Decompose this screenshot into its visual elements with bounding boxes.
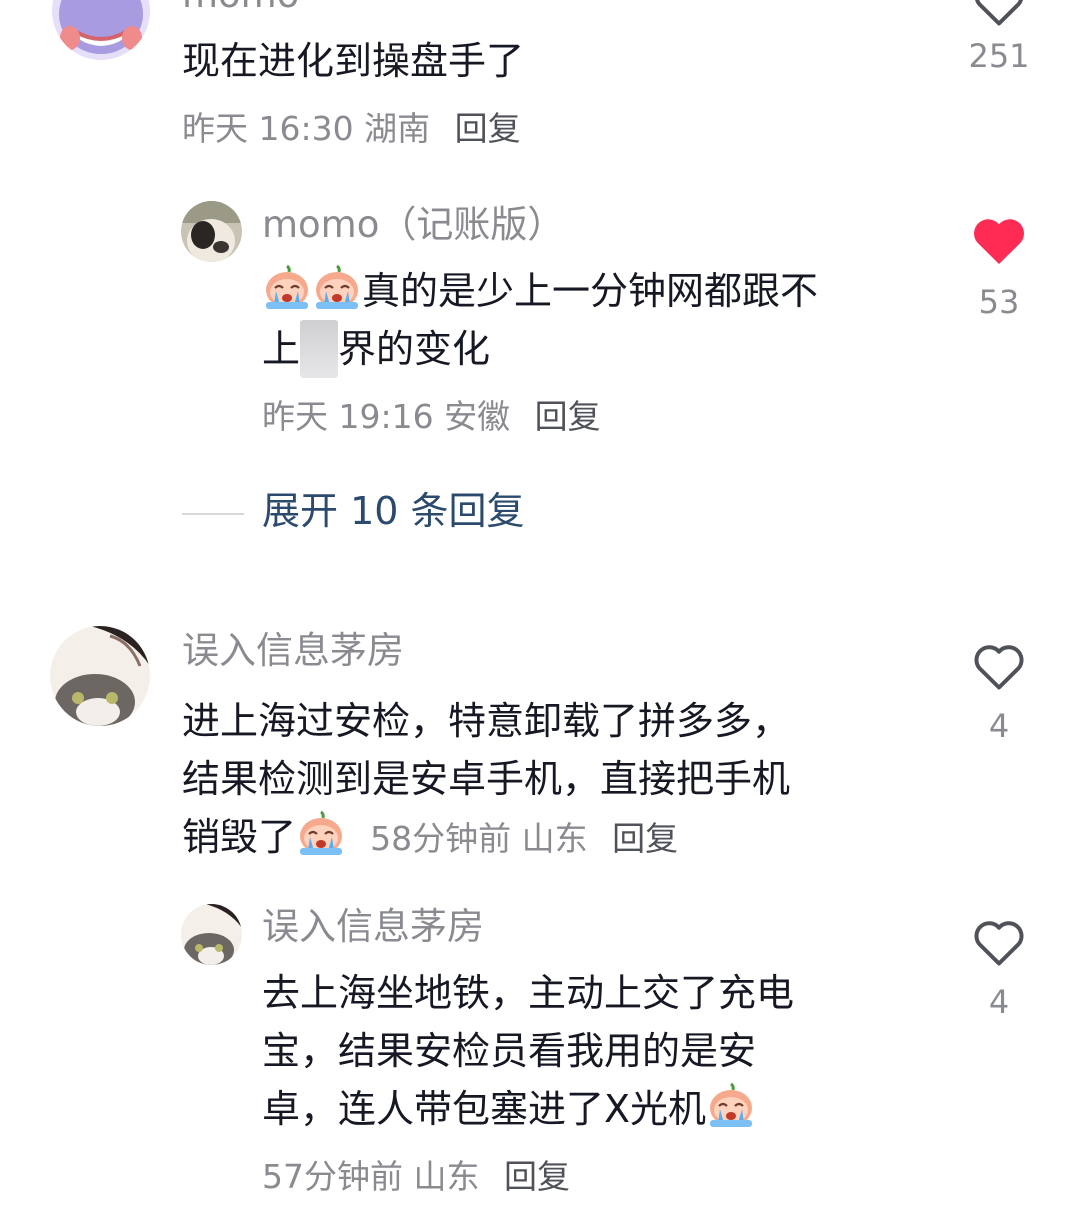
like-button[interactable]: 4 bbox=[966, 912, 1032, 1018]
reply-text: 去上海坐地铁，主动上交了充电 宝，结果安检员看我用的是安 卓，连人带包塞进了X光… bbox=[262, 964, 942, 1138]
reply-text-line: 卓，连人带包塞进了X光机 bbox=[262, 1087, 707, 1131]
avatar[interactable] bbox=[50, 626, 150, 726]
reply-button[interactable]: 回复 bbox=[504, 1157, 570, 1196]
like-count: 251 bbox=[968, 37, 1030, 75]
crying-emoji-icon bbox=[706, 1082, 756, 1128]
comment-time: 昨天 16:30 bbox=[182, 109, 354, 148]
reply-username[interactable]: 误入信息茅房 bbox=[262, 908, 484, 945]
expand-replies-button[interactable]: 展开 10 条回复 bbox=[262, 492, 525, 530]
comment-username[interactable]: momo bbox=[182, 0, 299, 13]
comment-text-line: 进上海过安检，特意卸载了拼多多， bbox=[182, 699, 791, 743]
crying-emoji-icon bbox=[296, 810, 346, 856]
reply-text-line: 宝，结果安检员看我用的是安 bbox=[262, 1029, 757, 1073]
heart-outline-icon bbox=[969, 0, 1029, 32]
reply-time: 57分钟前 bbox=[262, 1157, 403, 1196]
crying-emoji-icon bbox=[312, 264, 362, 310]
reply-text-line: 真的是少上一分钟网都跟不 bbox=[362, 269, 819, 313]
reply-username[interactable]: momo（记账版） bbox=[262, 206, 564, 243]
reply-location: 山东 bbox=[413, 1157, 480, 1196]
reply-button[interactable]: 回复 bbox=[455, 109, 521, 148]
comment-text: 现在进化到操盘手了 bbox=[182, 39, 525, 83]
avatar[interactable] bbox=[52, 0, 150, 60]
reply-text-segment: 界的变化 bbox=[338, 327, 491, 371]
avatar[interactable] bbox=[181, 201, 242, 262]
comment-username[interactable]: 误入信息茅房 bbox=[182, 632, 404, 669]
reply-button[interactable]: 回复 bbox=[612, 819, 678, 858]
comment-text-line: 销毁了 bbox=[182, 815, 297, 859]
like-button[interactable]: 4 bbox=[966, 636, 1032, 742]
like-count: 4 bbox=[988, 983, 1010, 1021]
reply-button[interactable]: 回复 bbox=[535, 397, 601, 436]
comment-time: 58分钟前 bbox=[370, 819, 512, 858]
blurred-character: 世 bbox=[300, 320, 339, 378]
reply-text-segment: 上 bbox=[262, 327, 301, 371]
heart-outline-icon bbox=[969, 912, 1029, 972]
crying-emoji-icon bbox=[262, 264, 312, 310]
like-count: 4 bbox=[988, 707, 1010, 745]
reply-meta: 57分钟前 山东 回复 bbox=[262, 1160, 570, 1193]
heart-outline-icon bbox=[969, 636, 1029, 696]
cat-anime-avatar-icon bbox=[181, 904, 242, 965]
cat-photo-avatar-icon bbox=[181, 201, 242, 262]
comment-text-line: 结果检测到是安卓手机，直接把手机 bbox=[182, 757, 791, 801]
reply-text-line: 去上海坐地铁，主动上交了充电 bbox=[262, 971, 795, 1015]
reply-location: 安徽 bbox=[444, 397, 511, 436]
heart-filled-icon bbox=[967, 208, 1031, 272]
like-button[interactable]: 53 bbox=[966, 208, 1032, 318]
reply-time: 昨天 19:16 bbox=[262, 397, 434, 436]
like-count: 53 bbox=[978, 283, 1020, 321]
avatar[interactable] bbox=[181, 904, 242, 965]
like-button[interactable]: 251 bbox=[966, 0, 1032, 72]
comment-meta: 昨天 16:30 湖南 回复 bbox=[182, 112, 521, 145]
reply-text: 真的是少上一分钟网都跟不 上世界的变化 bbox=[262, 262, 912, 378]
expand-divider bbox=[182, 513, 244, 515]
comment-meta: 58分钟前 山东 回复 bbox=[370, 819, 678, 858]
comment-location: 湖南 bbox=[364, 109, 431, 148]
reply-meta: 昨天 19:16 安徽 回复 bbox=[262, 400, 601, 433]
comment-text: 进上海过安检，特意卸载了拼多多， 结果检测到是安卓手机，直接把手机 销毁了 58… bbox=[182, 692, 962, 866]
cat-anime-avatar-icon bbox=[50, 626, 150, 726]
comment-location: 山东 bbox=[521, 819, 588, 858]
gengar-avatar-icon bbox=[52, 0, 150, 60]
